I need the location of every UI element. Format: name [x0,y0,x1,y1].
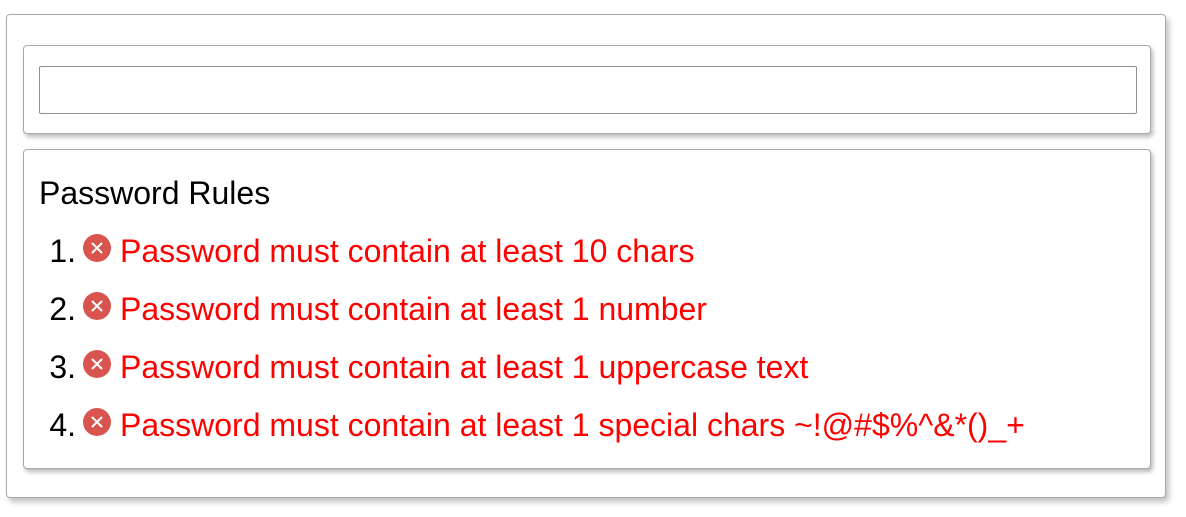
x-circle-icon [83,350,111,378]
rule-number: 4. [49,407,76,443]
x-circle-icon [83,234,111,262]
rule-text: Password must contain at least 1 number [120,291,707,327]
rule-text: Password must contain at least 10 chars [120,233,695,269]
password-rules-card: Password Rules 1. Password must contain … [23,149,1151,469]
password-validator-panel: Password Rules 1. Password must contain … [6,14,1166,498]
rules-title: Password Rules [39,175,271,211]
x-circle-icon [83,292,111,320]
rule-item-3: 3. Password must contain at least 1 uppe… [28,347,808,387]
x-circle-icon [83,408,111,436]
rule-number: 1. [49,233,76,269]
rule-item-1: 1. Password must contain at least 10 cha… [28,231,695,271]
rule-item-4: 4. Password must contain at least 1 spec… [28,405,1025,445]
rule-item-2: 2. Password must contain at least 1 numb… [28,289,707,329]
rule-text: Password must contain at least 1 upperca… [120,349,809,385]
password-input[interactable] [39,66,1137,114]
rule-number: 3. [49,349,76,385]
rule-number: 2. [49,291,76,327]
password-input-card [23,45,1151,134]
rule-text: Password must contain at least 1 special… [120,407,1025,443]
